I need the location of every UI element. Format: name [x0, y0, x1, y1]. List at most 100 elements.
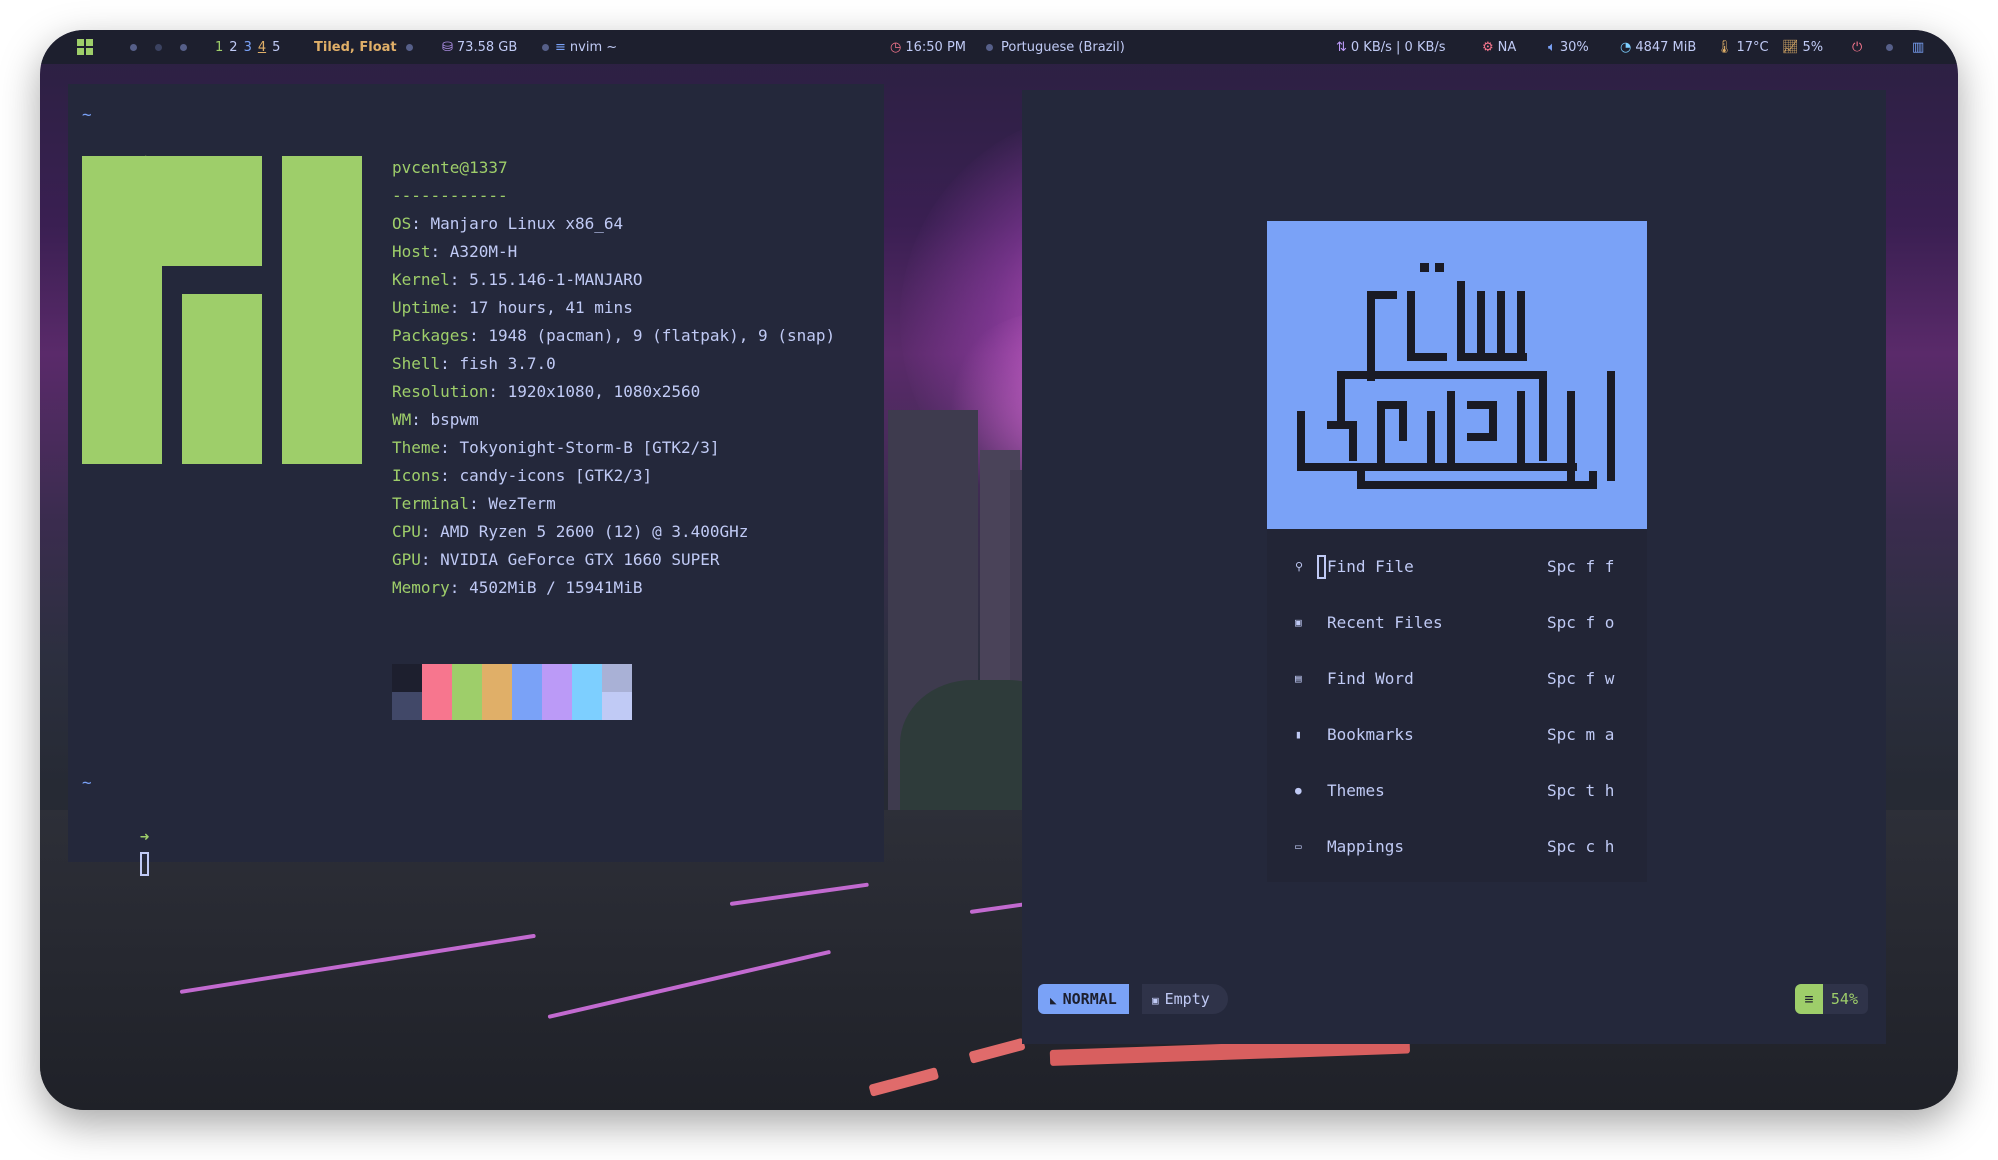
info-line: Host: A320M-H [392, 242, 518, 261]
chart-icon: 📈︎ [1782, 39, 1799, 55]
network-speed: 0 KB/s | 0 KB/s [1350, 39, 1446, 55]
dashboard-menu: ⚲ Find File Spc f f ▣ Recent Files Spc f o ▤ Fi… [1267, 529, 1647, 882]
clock-widget: ◷ 16:50 PM [890, 30, 966, 64]
dashboard-item-find-file[interactable]: ⚲ Find File Spc f f [1267, 539, 1647, 595]
info-key: OS [392, 214, 412, 233]
color-swatch [542, 664, 572, 692]
info-key: Shell [392, 354, 441, 373]
workspace-5[interactable]: 5 [272, 40, 280, 55]
desktop: 1 2 3 4 5 Tiled, Float ⛁ 73.58 GB ≡ nvim… [40, 30, 1958, 1110]
color-swatch [572, 664, 602, 692]
workspace-2[interactable]: 2 [229, 40, 237, 55]
info-value: Tokyonight-Storm-B [GTK2/3] [459, 438, 720, 457]
mode-label: NORMAL [1062, 990, 1117, 1008]
text-cursor [139, 851, 149, 876]
info-line: Memory: 4502MiB / 15941MiB [392, 578, 643, 597]
document-lines-icon: ≡ [1794, 984, 1823, 1014]
file-indicator: ▣ Empty [1142, 984, 1228, 1014]
scroll-position: ≡ 54% [1794, 984, 1868, 1014]
memory-icon: ◔ [1620, 39, 1632, 55]
database-icon: ⛁ [442, 39, 453, 55]
dashboard-item-mappings[interactable]: ▭ Mappings Spc c h [1267, 819, 1647, 875]
workspace-1[interactable]: 1 [215, 40, 223, 55]
info-key: Uptime [392, 298, 450, 317]
info-value: A320M-H [449, 242, 518, 261]
memory-usage: 4847 MiB [1635, 39, 1697, 55]
statusline: ◣ NORMAL ▣ Empty ≡ 54% [1022, 984, 1886, 1014]
window-title: nvim ~ [569, 39, 618, 55]
separator-line: ------------ [392, 186, 508, 205]
color-swatch [452, 692, 482, 720]
dashboard-item-shortcut: Spc m a [1547, 725, 1615, 744]
find-word-icon: ▤ [1295, 672, 1302, 685]
dashboard-item-label: Recent Files [1327, 613, 1443, 632]
volume-icon: 🔈︎ [1548, 39, 1556, 55]
dashboard-item-find-word[interactable]: ▤ Find Word Spc f w [1267, 651, 1647, 707]
memory-widget: ◔ 4847 MiB [1620, 30, 1696, 64]
user-host: pvcente@1337 [392, 158, 508, 177]
recent-files-icon: ▣ [1295, 616, 1302, 629]
settings-icon: ⚙ [1482, 39, 1494, 55]
dashboard-item-themes[interactable]: ● Themes Spc t h [1267, 763, 1647, 819]
clock-icon: ◷ [890, 39, 902, 55]
layout-indicator: Tiled, Float [314, 39, 397, 55]
vim-icon: ◣ [1050, 994, 1057, 1007]
info-key: Kernel [392, 270, 450, 289]
dashboard-item-label: Bookmarks [1327, 725, 1414, 744]
terminal-window[interactable]: ~ ➜ neofetch pvcente@1337 ------------ O… [68, 84, 884, 876]
info-value: bspwm [430, 410, 479, 429]
dashboard-item-shortcut: Spc f w [1547, 669, 1615, 688]
info-value: 5.15.146-1-MANJARO [469, 270, 643, 289]
dashboard-item-shortcut: Spc f o [1547, 613, 1615, 632]
info-value: candy-icons [GTK2/3] [459, 466, 653, 485]
volume-widget[interactable]: 🔈︎ 30% [1548, 30, 1589, 64]
dashboard-item-recent-files[interactable]: ▣ Recent Files Spc f o [1267, 595, 1647, 651]
dashboard-item-shortcut: Spc c h [1547, 837, 1615, 856]
keyboard-widget: Portuguese (Brazil) [986, 30, 1125, 64]
color-swatch [452, 664, 482, 692]
info-key: Theme [392, 438, 441, 457]
info-key: Terminal [392, 494, 470, 513]
color-swatch [422, 692, 452, 720]
info-key: GPU [392, 550, 421, 569]
keyboard-icon: ▭ [1295, 840, 1302, 853]
keyboard-layout: Portuguese (Brazil) [1001, 39, 1125, 55]
prompt-line: ➜ neofetch [82, 126, 217, 190]
clipboard-icon[interactable]: ▥ [1912, 30, 1924, 64]
info-value: AMD Ryzen 5 2600 (12) @ 3.400GHz [440, 522, 749, 541]
info-key: Host [392, 242, 431, 261]
nvim-window[interactable]: ⚲ Find File Spc f f ▣ Recent Files Spc f o ▤ Fi… [1022, 90, 1886, 1044]
info-line: CPU: AMD Ryzen 5 2600 (12) @ 3.400GHz [392, 522, 749, 541]
info-line: Uptime: 17 hours, 41 mins [392, 298, 633, 317]
info-line: WM: bspwm [392, 410, 479, 429]
info-value: fish 3.7.0 [459, 354, 556, 373]
bookmark-icon: ▮ [1295, 728, 1302, 741]
apps-grid-icon[interactable] [76, 30, 94, 64]
dashboard-item-label: Find Word [1327, 669, 1414, 688]
info-value: WezTerm [488, 494, 556, 513]
info-line: Terminal: WezTerm [392, 494, 556, 513]
info-value: 1948 (pacman), 9 (flatpak), 9 (snap) [488, 326, 836, 345]
dashboard-item-bookmarks[interactable]: ▮ Bookmarks Spc m a [1267, 707, 1647, 763]
color-swatch [512, 664, 542, 692]
color-swatch [602, 692, 632, 720]
color-swatch [512, 692, 542, 720]
workspace-3[interactable]: 3 [244, 40, 252, 55]
mode-indicator: ◣ NORMAL [1038, 984, 1129, 1014]
status-bar: 1 2 3 4 5 Tiled, Float ⛁ 73.58 GB ≡ nvim… [40, 30, 1958, 64]
power-icon[interactable]: ⏻ [1852, 30, 1862, 64]
cpu-usage: 5% [1802, 39, 1824, 55]
clock: 16:50 PM [905, 39, 966, 55]
menu-icon: ≡ [555, 39, 566, 55]
info-line: Packages: 1948 (pacman), 9 (flatpak), 9 … [392, 326, 836, 345]
info-line: Theme: Tokyonight-Storm-B [GTK2/3] [392, 438, 720, 457]
prompt-dir: ~ [82, 105, 92, 124]
info-value: NVIDIA GeForce GTX 1660 SUPER [440, 550, 720, 569]
dashboard-item-label: Mappings [1327, 837, 1405, 856]
workspace-4[interactable]: 4 [258, 40, 266, 55]
info-key: Resolution [392, 382, 489, 401]
color-swatch [392, 692, 422, 720]
color-swatch [602, 664, 632, 692]
info-value: Manjaro Linux x86_64 [430, 214, 624, 233]
cpu-widget: 📈︎ 5% [1782, 30, 1823, 64]
